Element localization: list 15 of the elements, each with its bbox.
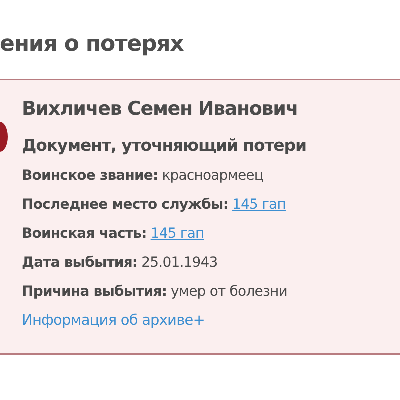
- document-title: Документ, уточняющий потери: [22, 136, 306, 155]
- person-name: Вихличев Семен Иванович: [22, 98, 300, 120]
- section-heading: ения о потерях: [0, 32, 185, 57]
- field-label: Дата выбытия:: [22, 255, 138, 271]
- unit-link[interactable]: 145 гап: [232, 197, 286, 213]
- badge-icon: [0, 122, 8, 152]
- archive-info-link[interactable]: Информация об архиве+: [22, 313, 306, 329]
- field-label: Последнее место службы:: [22, 197, 229, 213]
- field-value: 25.01.1943: [142, 255, 218, 271]
- field-value: красноармеец: [162, 168, 264, 184]
- field-label: Воинская часть:: [22, 226, 147, 242]
- field-value: умер от болезни: [171, 284, 288, 300]
- field-label: Причина выбытия:: [22, 284, 168, 300]
- field-label: Воинское звание:: [22, 168, 158, 184]
- unit-link[interactable]: 145 гап: [150, 226, 204, 242]
